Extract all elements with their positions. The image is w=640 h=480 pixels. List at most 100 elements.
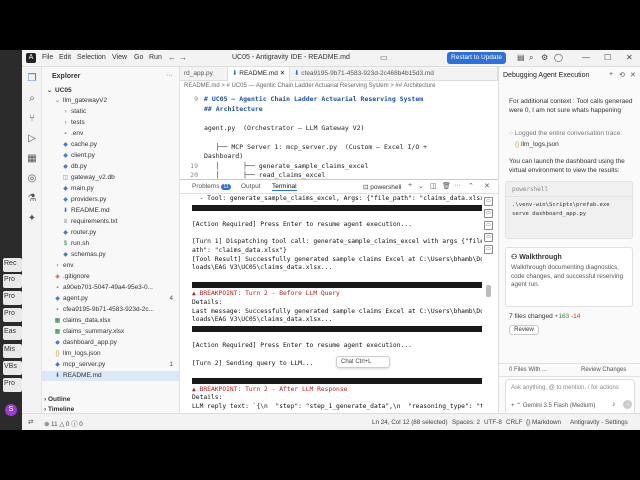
menu-view[interactable]: View (112, 54, 127, 61)
tree-item[interactable]: ▦ claims_data.xlsx (42, 316, 179, 326)
tree-root[interactable]: ⌄ UC05 (46, 86, 72, 96)
send-icon[interactable]: → (623, 400, 632, 409)
tree-item[interactable]: $ run.sh (42, 239, 179, 249)
menu-file[interactable]: File (42, 54, 53, 61)
tree-item[interactable]: ◆ schemas.py (42, 250, 179, 260)
terminal-output[interactable]: - Tool: generate_sample_claims_excel, Ar… (192, 195, 482, 414)
tree-item[interactable]: ◈ .gitignore (42, 272, 179, 282)
tab-dashboard-app[interactable]: rd_app.py (180, 67, 228, 81)
maximize-panel-icon[interactable]: ⌃ (468, 182, 474, 190)
host-pill[interactable]: Mis (3, 344, 22, 358)
more-actions-icon[interactable]: ··· (166, 72, 173, 79)
tree-item[interactable]: ◆ providers.py (42, 195, 179, 205)
terminal-instance-icon[interactable]: ▭ (484, 221, 493, 230)
tree-item[interactable]: › tests (42, 118, 179, 128)
indentation[interactable]: Spaces: 2 (452, 419, 480, 426)
close-icon[interactable]: ✕ (630, 71, 636, 79)
tree-item[interactable]: ⬇ README.md (42, 371, 179, 381)
review-changes-button[interactable]: Review Changes (581, 367, 626, 373)
line-ending[interactable]: CRLF (506, 419, 522, 426)
more-actions-icon[interactable]: ··· (454, 182, 461, 189)
close-panel-icon[interactable]: ✕ (484, 182, 490, 190)
language-mode[interactable]: {} Markdown (526, 419, 561, 426)
menu-go[interactable]: Go (134, 54, 143, 61)
host-pill[interactable]: VBs (3, 361, 22, 375)
forward-arrow-icon[interactable]: → (179, 53, 187, 62)
host-pill[interactable]: Pro (3, 308, 22, 322)
host-pill[interactable]: Pro (3, 378, 22, 392)
tab-cfea-md[interactable]: ⬇ cfea9195-9b71-4583-923d-2c468b4b15d3.m… (290, 67, 498, 81)
tree-item[interactable]: › static (42, 107, 179, 117)
tree-item[interactable]: ▪ .env (42, 129, 179, 139)
tree-item[interactable]: ◆ router.py (42, 228, 179, 238)
remote-indicator-icon[interactable]: ⇄ (28, 419, 33, 426)
tree-item[interactable]: ▪ cfea9195-9b71-4583-923d-2c... (42, 305, 179, 315)
terminal-instance-icon[interactable]: ▭ (484, 209, 493, 218)
microphone-icon[interactable]: ♪ (612, 401, 616, 408)
tree-item[interactable]: ◆ cache.py (42, 140, 179, 150)
walkthrough-card[interactable]: ⚇ Walkthrough Walkthrough documenting di… (505, 247, 633, 307)
host-avatar[interactable]: S (5, 404, 17, 416)
remote-icon[interactable]: ◎ (26, 173, 38, 185)
run-debug-icon[interactable]: ▷ (26, 133, 38, 145)
encoding[interactable]: UTF-8 (484, 419, 502, 426)
history-icon[interactable]: ⟲ (619, 71, 625, 79)
tab-problems[interactable]: Problems 11 (192, 183, 231, 190)
timeline-section[interactable]: › Timeline (44, 406, 74, 413)
tree-item[interactable]: ◫ gateway_v2.db (42, 173, 179, 183)
agent-manager-icon[interactable]: ✦ (26, 213, 38, 225)
new-terminal-icon[interactable]: + (408, 182, 412, 189)
model-selector[interactable]: + ⌃ Gemini 3.5 Flash (Medium) (511, 402, 595, 409)
menu-run[interactable]: Run (149, 54, 162, 61)
testing-icon[interactable]: ⚗ (26, 193, 38, 205)
breadcrumb[interactable]: README.md > # UC05 — Agentic Chain Ladde… (180, 81, 498, 91)
explorer-icon[interactable]: ❐ (26, 73, 38, 85)
tree-item[interactable]: › env (42, 261, 179, 271)
cursor-position[interactable]: Ln 24, Col 12 (88 selected) (372, 419, 448, 426)
back-arrow-icon[interactable]: ← (168, 53, 176, 62)
review-button[interactable]: Review (509, 325, 539, 335)
close-icon[interactable]: ✕ (626, 53, 633, 62)
extensions-icon[interactable]: ▦ (26, 153, 38, 165)
host-pill[interactable]: Rec (3, 258, 22, 272)
tree-item[interactable]: ◆ client.py (42, 151, 179, 161)
tab-terminal[interactable]: Terminal (272, 183, 297, 191)
chevron-down-icon[interactable]: ⌄ (418, 182, 424, 190)
terminal-instance-icon[interactable]: ▭ (484, 197, 493, 206)
tree-item[interactable]: ▦ claims_summary.xlsx (42, 327, 179, 337)
log-file-link[interactable]: {} llm_logs.json (515, 140, 639, 149)
maximize-icon[interactable]: ☐ (604, 53, 611, 62)
tree-item[interactable]: ⌄ llm_gatewayV2 (42, 96, 179, 106)
terminal-scrollbar[interactable] (486, 285, 491, 297)
terminal-instance-icon[interactable]: ▭ (484, 245, 493, 254)
trash-icon[interactable]: 🗑 (442, 182, 451, 190)
tree-item[interactable]: ≡ requirements.txt (42, 217, 179, 227)
terminal-shell-selector[interactable]: ⊡ powershell (363, 183, 401, 191)
settings-icon[interactable]: ⚙ (541, 53, 548, 62)
files-with-changes[interactable]: 0 Files With ... (509, 367, 547, 373)
layout-icon[interactable]: ▭ (380, 53, 388, 62)
host-pill[interactable]: Pro (3, 274, 22, 288)
code-editor[interactable]: 9 # UC05 — Agentic Chain Ladder Actuarial… (180, 91, 498, 179)
ask-input[interactable]: Ask anything, @ to mention, / for action… (505, 379, 635, 415)
terminal-instance-icon[interactable]: ▭ (484, 233, 493, 242)
tree-item[interactable]: ◆ agent.py 4 (42, 294, 179, 304)
tree-item[interactable]: ⬇ README.md (42, 206, 179, 216)
tab-readme[interactable]: ⬇ README.md ✕ (228, 67, 290, 81)
app-settings[interactable]: Antigravity - Settings (570, 419, 628, 426)
tree-item[interactable]: ◆ dashboard_app.py (42, 338, 179, 348)
chat-tooltip[interactable]: Chat Ctrl+L (336, 356, 390, 368)
split-terminal-icon[interactable]: ◫ (430, 182, 437, 190)
tree-item[interactable]: ◆ db.py (42, 162, 179, 172)
source-control-icon[interactable]: ⑂ (26, 113, 38, 125)
problems-indicator[interactable]: ⊗ 11 △ 0 ⓘ 0 (44, 419, 83, 428)
host-pill[interactable]: Pro (3, 291, 22, 305)
outline-section[interactable]: › Outline (44, 396, 70, 403)
close-tab-icon[interactable]: ✕ (280, 70, 285, 77)
menu-selection[interactable]: Selection (77, 54, 106, 61)
add-icon[interactable]: + (609, 71, 613, 78)
tab-output[interactable]: Output (241, 183, 261, 190)
panel-toggle-icon[interactable]: ▤ (517, 53, 525, 62)
account-icon[interactable]: ◯ (554, 53, 563, 62)
menu-edit[interactable]: Edit (59, 54, 71, 61)
